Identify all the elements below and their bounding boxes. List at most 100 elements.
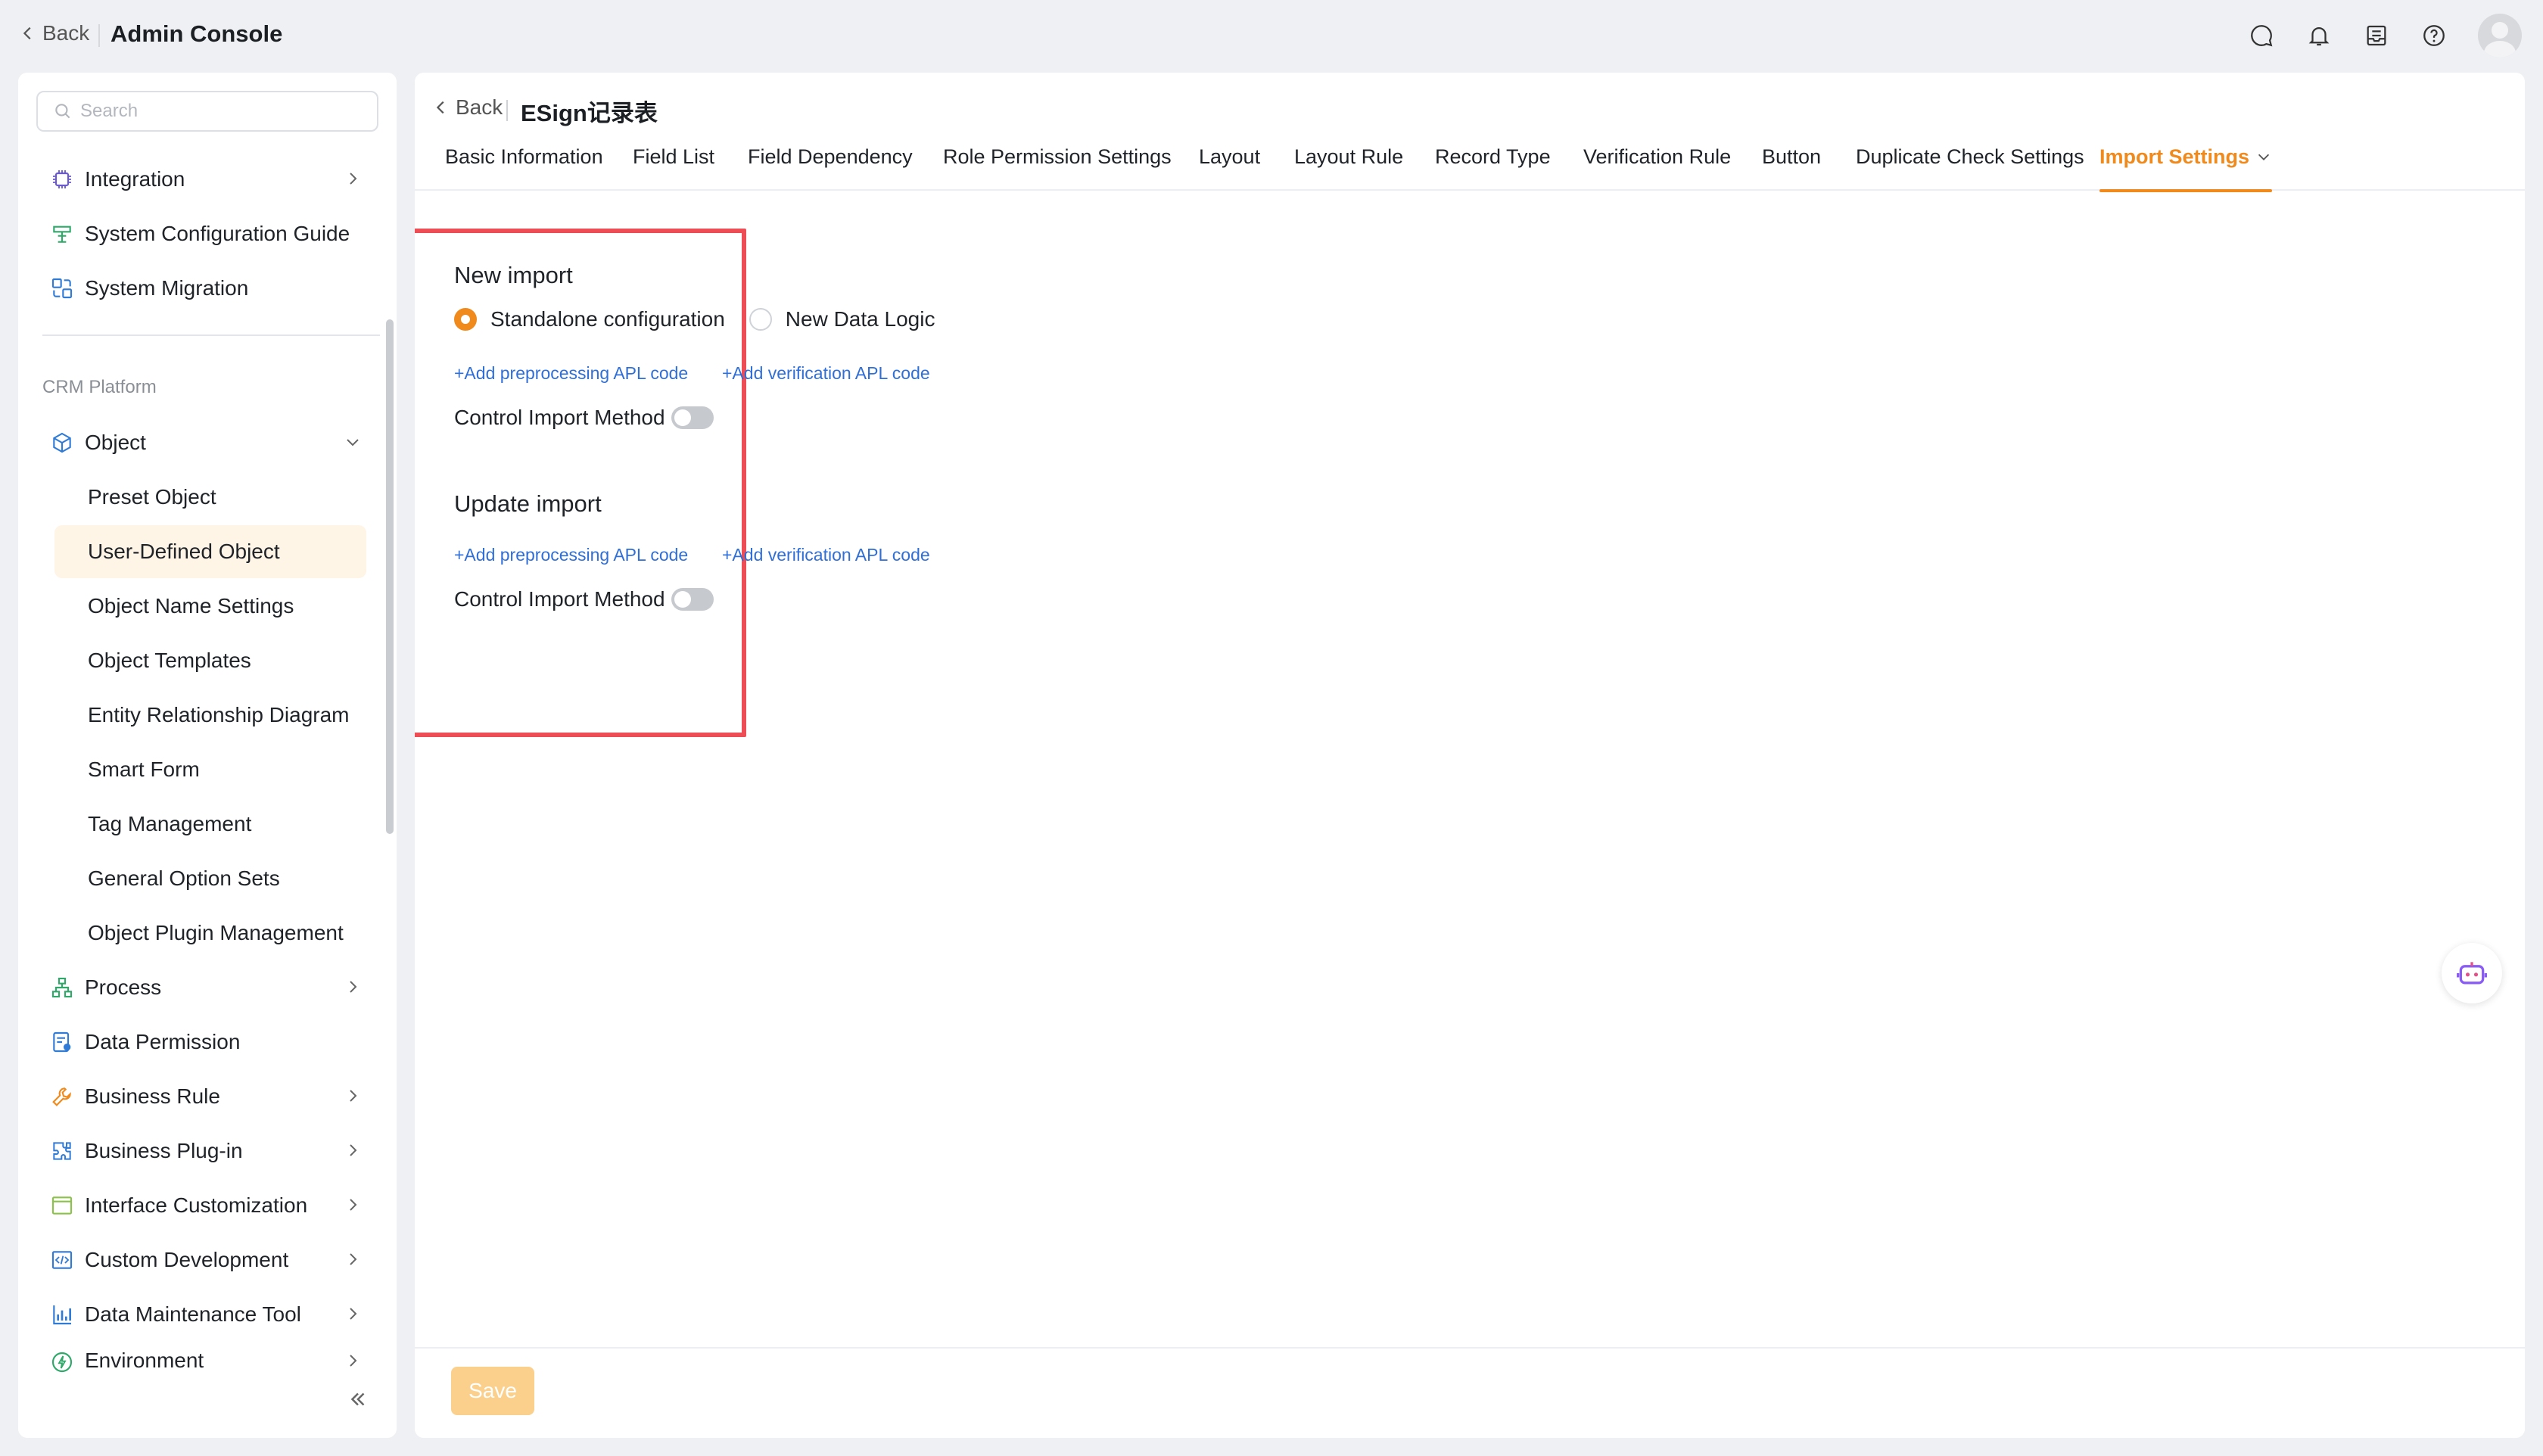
sidebar-sub-tag-management[interactable]: Tag Management xyxy=(54,798,366,851)
chevron-right-icon xyxy=(350,173,357,185)
sidebar-scrollbar[interactable] xyxy=(386,319,394,834)
section-label-crm-platform: CRM Platform xyxy=(42,377,157,397)
chevron-right-icon xyxy=(350,1144,357,1156)
update-import-add-preprocessing-link[interactable]: +Add preprocessing APL code xyxy=(454,545,688,565)
highlight-box xyxy=(415,229,746,737)
top-bar: Back Admin Console xyxy=(0,0,2543,70)
sidebar-item-integration[interactable]: Integration xyxy=(48,156,366,203)
bell-icon[interactable] xyxy=(2305,22,2333,49)
sidebar-item-system-migration[interactable]: System Migration xyxy=(48,265,366,312)
radio-standalone-label[interactable]: Standalone configuration xyxy=(490,307,725,331)
sidebar-sub-object-templates[interactable]: Object Templates xyxy=(54,634,366,687)
sidebar-item-system-configuration-guide[interactable]: System Configuration Guide xyxy=(48,210,366,257)
tab-field-list[interactable]: Field List xyxy=(633,142,714,191)
sidebar-item-label: Data Maintenance Tool xyxy=(85,1302,301,1326)
new-import-control-label: Control Import Method xyxy=(454,406,665,429)
update-import-control-toggle[interactable] xyxy=(671,588,714,611)
sidebar-sub-preset-object[interactable]: Preset Object xyxy=(54,471,366,524)
migration-icon xyxy=(48,275,76,302)
main-panel: Back ESign记录表 Basic Information Field Li… xyxy=(415,73,2525,1438)
message-icon[interactable] xyxy=(2248,22,2275,49)
sidebar-sub-general-option-sets[interactable]: General Option Sets xyxy=(54,852,366,905)
tab-duplicate-check-settings[interactable]: Duplicate Check Settings xyxy=(1856,142,2084,191)
new-import-title: New import xyxy=(454,262,573,288)
inbox-icon[interactable] xyxy=(2363,22,2390,49)
object-title: ESign记录表 xyxy=(521,100,658,126)
business-rule-icon xyxy=(48,1083,76,1110)
back-button[interactable]: Back xyxy=(433,95,503,120)
sidebar-item-label: Custom Development xyxy=(85,1248,289,1271)
radio-standalone-configuration[interactable] xyxy=(454,308,477,331)
sidebar-item-label: Process xyxy=(85,975,162,999)
sidebar-sub-smart-form[interactable]: Smart Form xyxy=(54,743,366,796)
sidebar-item-label: System Configuration Guide xyxy=(85,222,350,245)
top-back-button[interactable]: Back xyxy=(20,21,89,45)
sidebar-divider xyxy=(42,334,380,336)
breadcrumb-separator xyxy=(506,100,508,121)
top-back-label: Back xyxy=(42,21,90,45)
sidebar-item-process[interactable]: Process xyxy=(48,964,366,1011)
sidebar-item-custom-development[interactable]: Custom Development xyxy=(48,1237,366,1283)
tab-record-type[interactable]: Record Type xyxy=(1435,142,1551,191)
tab-role-permission-settings[interactable]: Role Permission Settings xyxy=(943,142,1172,191)
radio-new-data-logic[interactable] xyxy=(749,308,772,331)
chevron-right-icon xyxy=(350,981,357,993)
guide-icon xyxy=(48,220,76,247)
chevron-right-icon xyxy=(350,1308,357,1320)
sidebar-item-data-maintenance-tool[interactable]: Data Maintenance Tool xyxy=(48,1291,366,1338)
chevron-down-icon xyxy=(2258,154,2270,160)
chart-icon xyxy=(48,1301,76,1328)
new-import-radio-group: Standalone configuration New Data Logic xyxy=(454,307,959,331)
chevron-down-icon xyxy=(347,439,359,446)
sidebar-sub-user-defined-object[interactable]: User-Defined Object xyxy=(54,525,366,578)
assistant-bot-button[interactable] xyxy=(2442,943,2502,1003)
chevron-right-icon xyxy=(350,1199,357,1211)
chevron-left-icon xyxy=(436,101,444,114)
plugin-icon xyxy=(48,1137,76,1165)
save-button[interactable]: Save xyxy=(451,1367,534,1415)
sidebar-item-label: Business Plug-in xyxy=(85,1139,243,1162)
sidebar-item-object[interactable]: Object xyxy=(48,419,366,466)
update-import-control-row: Control Import Method xyxy=(454,587,714,611)
search-box[interactable] xyxy=(36,91,378,132)
sidebar-item-label: Object xyxy=(85,431,146,454)
tab-layout-rule[interactable]: Layout Rule xyxy=(1294,142,1403,191)
tab-button[interactable]: Button xyxy=(1762,142,1821,191)
tab-bar: Basic Information Field List Field Depen… xyxy=(415,142,2525,192)
help-icon[interactable] xyxy=(2420,22,2448,49)
sidebar-sub-object-name-settings[interactable]: Object Name Settings xyxy=(54,580,366,633)
top-icons xyxy=(2248,14,2522,58)
sidebar-item-business-plugin[interactable]: Business Plug-in xyxy=(48,1128,366,1174)
tab-verification-rule[interactable]: Verification Rule xyxy=(1583,142,1731,191)
search-icon xyxy=(55,104,70,119)
sidebar-item-data-permission[interactable]: Data Permission xyxy=(48,1019,366,1066)
tab-import-settings-label: Import Settings xyxy=(2099,145,2250,168)
search-input[interactable] xyxy=(80,101,353,122)
update-import-title: Update import xyxy=(454,490,602,517)
sidebar-sub-entity-relationship-diagram[interactable]: Entity Relationship Diagram xyxy=(54,689,366,742)
sidebar-item-business-rule[interactable]: Business Rule xyxy=(48,1073,366,1120)
interface-icon xyxy=(48,1192,76,1219)
tab-layout[interactable]: Layout xyxy=(1199,142,1260,191)
update-import-control-label: Control Import Method xyxy=(454,587,665,611)
tab-basic-information[interactable]: Basic Information xyxy=(445,142,603,191)
new-import-add-verification-link[interactable]: +Add verification APL code xyxy=(722,363,930,384)
sidebar-item-interface-customization[interactable]: Interface Customization xyxy=(48,1182,366,1229)
sidebar-sub-object-plugin-management[interactable]: Object Plugin Management xyxy=(54,907,366,960)
chevron-right-icon xyxy=(350,1090,357,1102)
tab-import-settings[interactable]: Import Settings xyxy=(2099,142,2273,192)
sidebar-item-label: Interface Customization xyxy=(85,1193,308,1217)
update-import-add-verification-link[interactable]: +Add verification APL code xyxy=(722,545,930,565)
avatar[interactable] xyxy=(2478,14,2522,58)
collapse-sidebar-icon[interactable] xyxy=(347,1388,369,1411)
new-import-control-toggle[interactable] xyxy=(671,406,714,429)
radio-new-data-logic-label[interactable]: New Data Logic xyxy=(786,307,935,331)
sidebar: Integration System Configuration Guide S… xyxy=(18,73,397,1438)
tab-field-dependency[interactable]: Field Dependency xyxy=(748,142,913,191)
top-divider xyxy=(98,24,100,47)
new-import-add-preprocessing-link[interactable]: +Add preprocessing APL code xyxy=(454,363,688,384)
sidebar-item-label: Environment xyxy=(85,1349,204,1372)
process-icon xyxy=(48,974,76,1001)
sidebar-item-environment[interactable]: Environment xyxy=(48,1342,366,1376)
chevron-left-icon xyxy=(23,26,31,40)
